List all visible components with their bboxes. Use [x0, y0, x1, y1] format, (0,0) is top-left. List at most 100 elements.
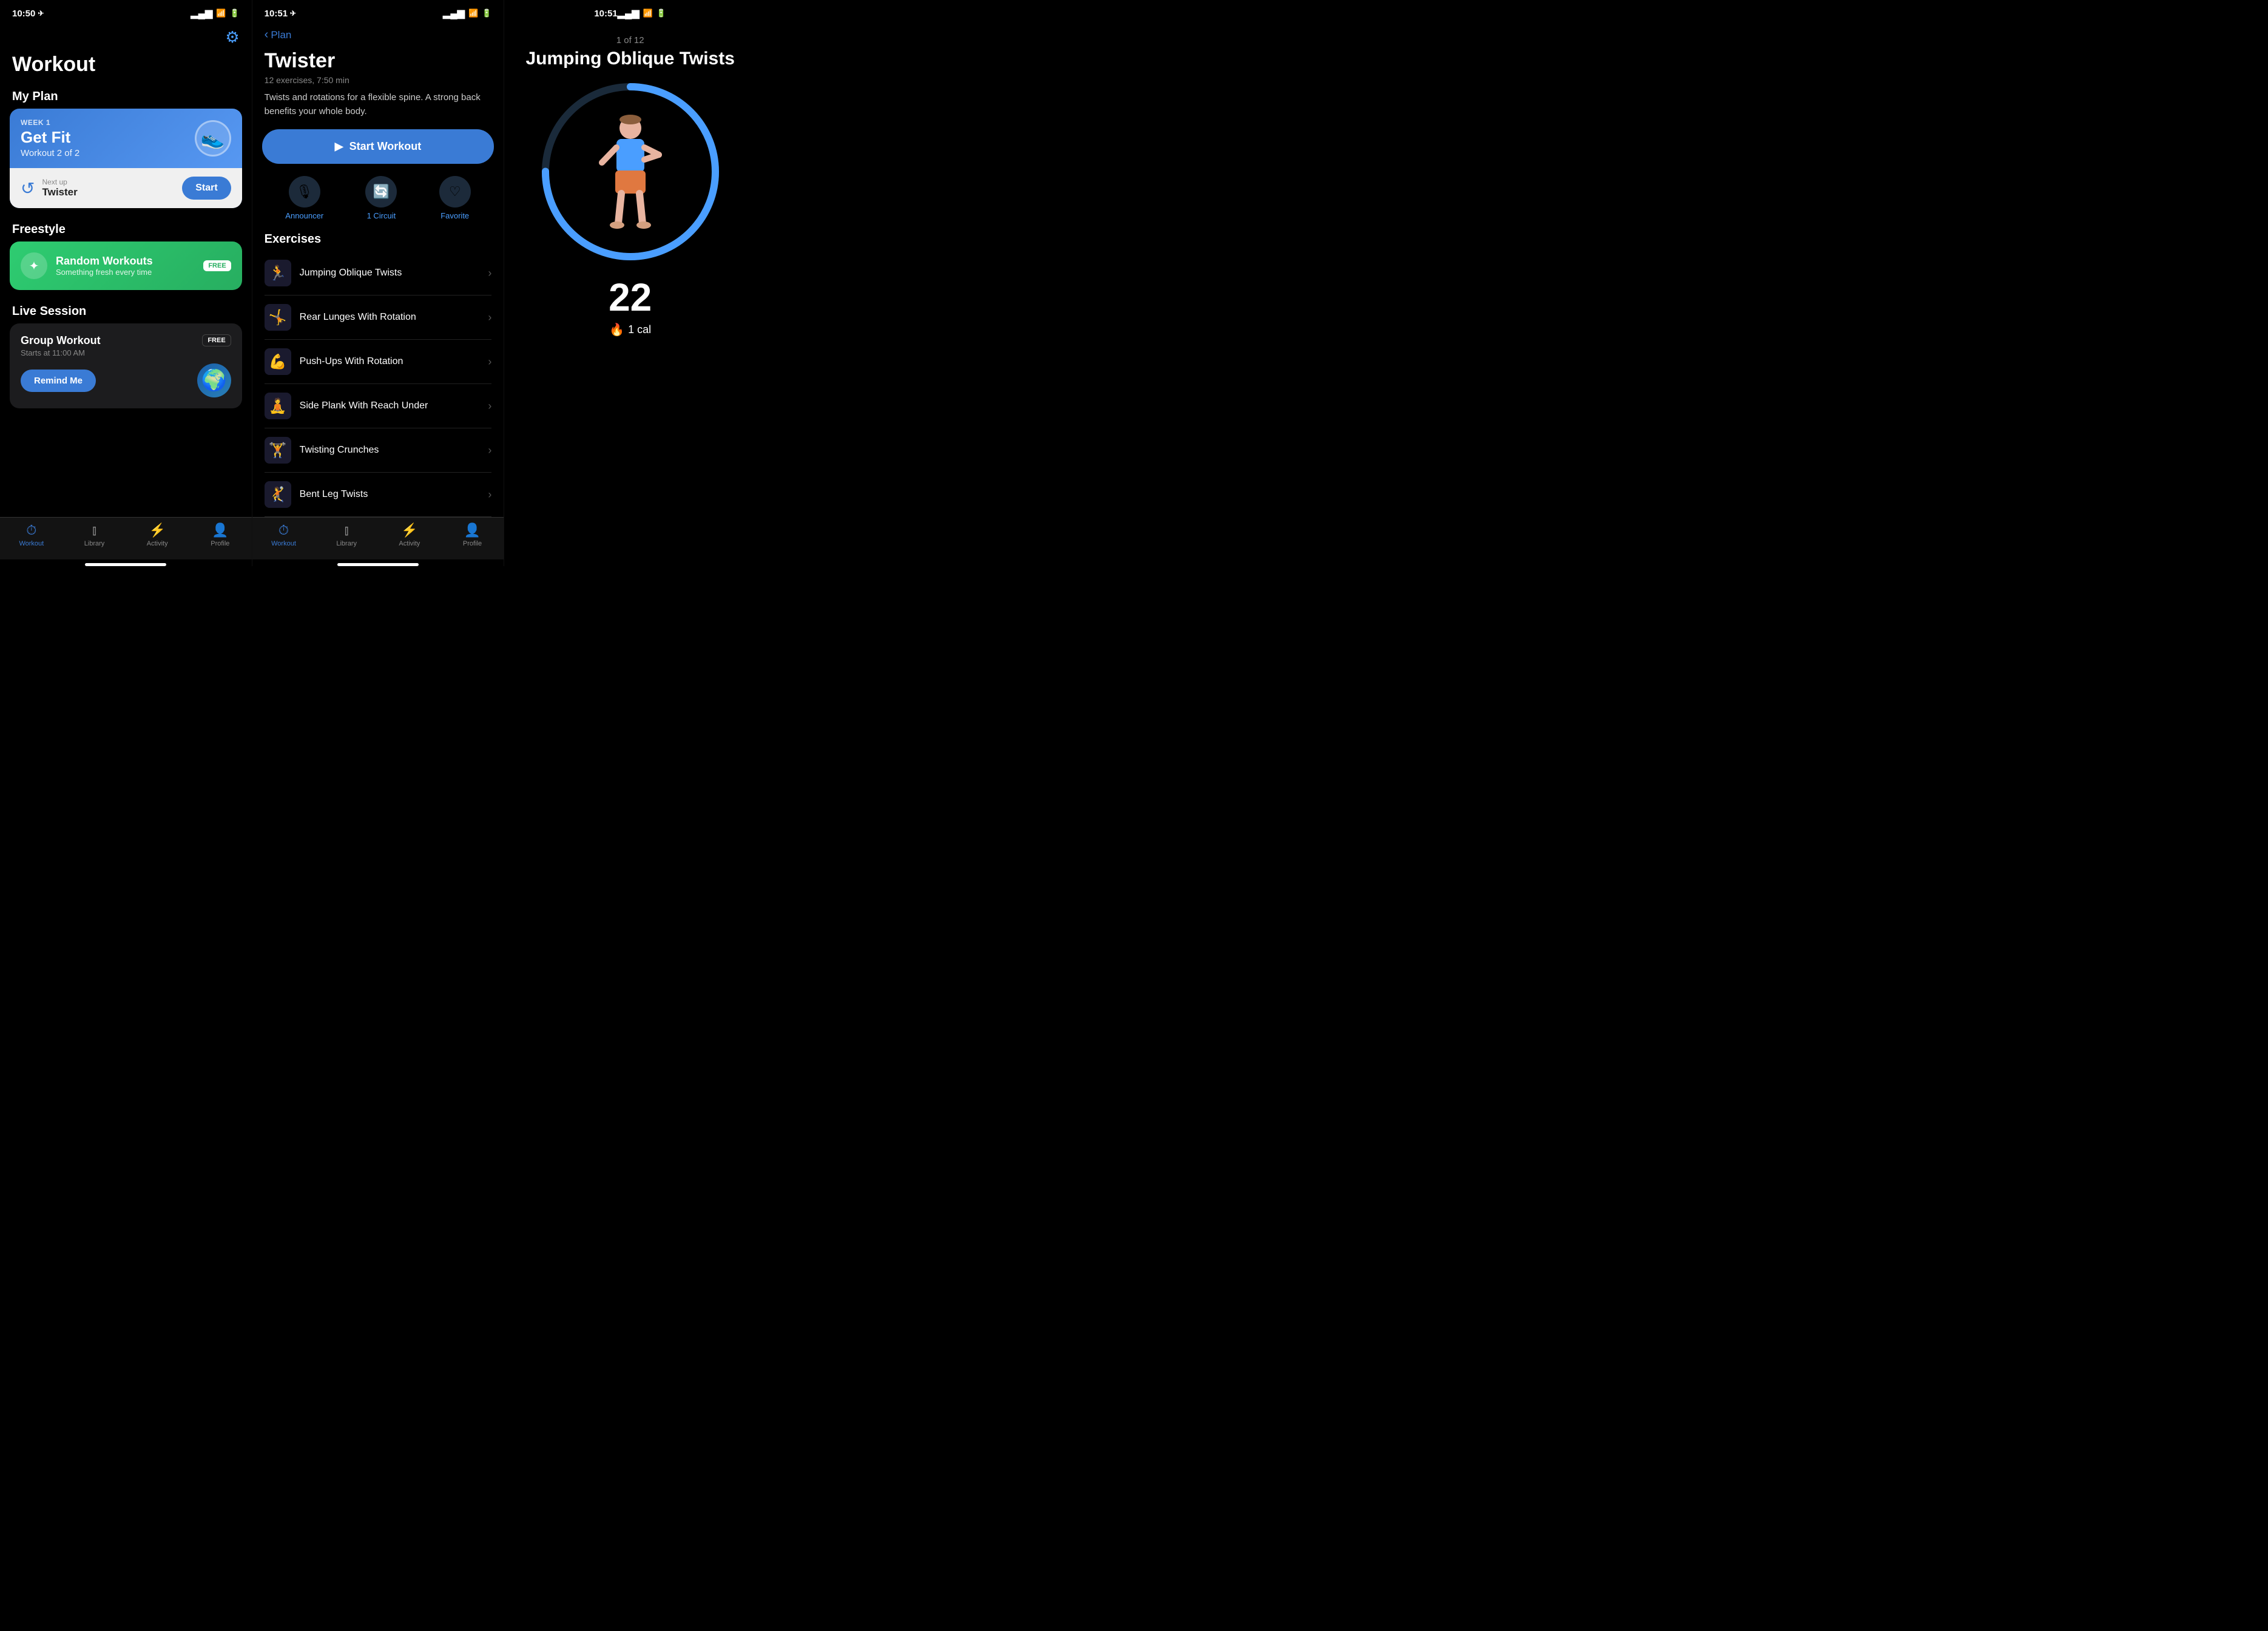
exercise-name-3: Push-Ups With Rotation: [300, 356, 480, 367]
exercises-title: Exercises: [265, 232, 492, 246]
signal-icon-2: ▂▄▆: [443, 7, 465, 19]
freestyle-card[interactable]: ✦ Random Workouts Something fresh every …: [10, 241, 242, 290]
tab-library-label-1: Library: [84, 540, 105, 547]
location-icon-1: ✈: [38, 9, 44, 18]
plan-name: Get Fit: [21, 128, 79, 147]
chevron-icon-4: ›: [488, 400, 491, 413]
status-bar-2: 10:51 ✈ ▂▄▆ 📶 🔋: [252, 0, 504, 23]
signal-icon-3: ▂▄▆: [618, 7, 640, 19]
exercise-name-large: Jumping Oblique Twists: [516, 48, 744, 70]
status-bar-3: 10:51 ▂▄▆ 📶 🔋: [582, 0, 678, 23]
tab-activity-1[interactable]: ⚡ Activity: [126, 522, 189, 547]
tab-library-2[interactable]: ⫾ Library: [315, 522, 378, 547]
freestyle-text: Random Workouts Something fresh every ti…: [56, 255, 153, 277]
tab-activity-icon-1: ⚡: [149, 522, 165, 538]
tab-library-1[interactable]: ⫾ Library: [63, 522, 126, 547]
tab-workout-1[interactable]: ⏱ Workout: [0, 522, 63, 547]
plan-card-top: WEEK 1 Get Fit Workout 2 of 2 👟: [10, 109, 242, 168]
battery-icon-3: 🔋: [656, 8, 666, 18]
exercise-item-4[interactable]: 🧘 Side Plank With Reach Under ›: [265, 384, 492, 428]
shoe-icon: 👟: [195, 120, 231, 157]
battery-icon-1: 🔋: [229, 8, 239, 18]
exercise-item-1[interactable]: 🏃 Jumping Oblique Twists ›: [265, 251, 492, 295]
tab-workout-label-1: Workout: [19, 540, 44, 547]
plan-card-bottom: ↺ Next up Twister Start: [10, 168, 242, 208]
exercise-name-6: Bent Leg Twists: [300, 489, 480, 500]
wifi-icon-3: 📶: [643, 8, 653, 18]
remind-button[interactable]: Remind Me: [21, 370, 96, 392]
announcer-label: Announcer: [285, 211, 323, 220]
live-card-top: Group Workout Starts at 11:00 AM FREE: [21, 334, 231, 357]
live-time: Starts at 11:00 AM: [21, 348, 101, 357]
tab-profile-1[interactable]: 👤 Profile: [189, 522, 252, 547]
panel-exercise: 10:51 ▂▄▆ 📶 🔋 1 of 12 Jumping Oblique Tw…: [504, 0, 756, 566]
tab-profile-2[interactable]: 👤 Profile: [441, 522, 504, 547]
exercise-thumb-4: 🧘: [265, 393, 291, 419]
chevron-icon-1: ›: [488, 267, 491, 280]
tab-profile-icon-1: 👤: [212, 522, 228, 538]
wifi-icon-1: 📶: [216, 8, 226, 18]
workout-description: Twists and rotations for a flexible spin…: [252, 91, 504, 129]
next-up-name: Twister: [42, 186, 77, 198]
tab-bar-1: ⏱ Workout ⫾ Library ⚡ Activity 👤 Profile: [0, 517, 252, 559]
exercise-thumb-6: 🤾: [265, 481, 291, 508]
tab-workout-2[interactable]: ⏱ Workout: [252, 522, 316, 547]
tab-library-icon-1: ⫾: [92, 522, 96, 538]
status-icons-3: ▂▄▆ 📶 🔋: [618, 7, 666, 19]
workout-options: 🎙 Announcer 🔄 1 Circuit ♡ Favorite: [252, 176, 504, 232]
settings-icon[interactable]: ⚙: [225, 28, 239, 47]
next-up-info: ↺ Next up Twister: [21, 178, 78, 198]
start-button[interactable]: Start: [182, 177, 231, 200]
calorie-row: 🔥 1 cal: [609, 322, 651, 337]
tab-workout-label-2: Workout: [271, 540, 296, 547]
free-badge-live: FREE: [202, 334, 231, 346]
my-plan-label: My Plan: [0, 83, 252, 109]
start-workout-button[interactable]: ▶ Start Workout: [262, 129, 494, 164]
exercise-item-5[interactable]: 🏋 Twisting Crunches ›: [265, 428, 492, 473]
battery-icon-2: 🔋: [482, 8, 491, 18]
back-label: Plan: [271, 29, 291, 41]
circle-inner: [585, 111, 676, 232]
circuit-option[interactable]: 🔄 1 Circuit: [365, 176, 397, 220]
tab-profile-label-2: Profile: [463, 540, 482, 547]
globe-icon: 🌍: [197, 363, 231, 397]
favorite-label: Favorite: [440, 211, 469, 220]
live-title: Group Workout: [21, 334, 101, 347]
status-icons-1: ▂▄▆ 📶 🔋: [191, 7, 239, 19]
tab-activity-2[interactable]: ⚡ Activity: [378, 522, 441, 547]
home-indicator-1: [85, 563, 166, 566]
workout-detail-title: Twister: [252, 47, 504, 75]
exercise-name-2: Rear Lunges With Rotation: [300, 312, 480, 323]
chevron-icon-5: ›: [488, 444, 491, 457]
exercise-item-6[interactable]: 🤾 Bent Leg Twists ›: [265, 473, 492, 517]
week-label: WEEK 1: [21, 118, 79, 127]
exercise-item-3[interactable]: 💪 Push-Ups With Rotation ›: [265, 340, 492, 384]
fire-icon: 🔥: [609, 322, 624, 337]
location-icon-2: ✈: [290, 9, 296, 18]
exercise-thumb-5: 🏋: [265, 437, 291, 464]
workout-progress: Workout 2 of 2: [21, 148, 79, 158]
status-icons-2: ▂▄▆ 📶 🔋: [443, 7, 491, 19]
freestyle-name: Random Workouts: [56, 255, 153, 268]
live-session-label: Live Session: [0, 297, 252, 323]
status-time-3: 10:51: [594, 8, 617, 19]
tab-library-icon-2: ⫾: [345, 522, 349, 538]
status-time-2: 10:51 ✈: [265, 8, 296, 19]
live-card[interactable]: Group Workout Starts at 11:00 AM FREE Re…: [10, 323, 242, 408]
tab-workout-icon-2: ⏱: [278, 522, 289, 538]
dots-icon: ✦: [21, 252, 47, 279]
panel-workout: 10:50 ✈ ▂▄▆ 📶 🔋 ⚙ Workout My Plan WEEK 1…: [0, 0, 252, 566]
time-display-2: 10:51: [265, 8, 288, 19]
exercise-item-2[interactable]: 🤸 Rear Lunges With Rotation ›: [265, 295, 492, 340]
status-bar-1: 10:50 ✈ ▂▄▆ 📶 🔋: [0, 0, 252, 23]
favorite-option[interactable]: ♡ Favorite: [439, 176, 471, 220]
plan-info: WEEK 1 Get Fit Workout 2 of 2: [21, 118, 79, 158]
workout-header: ⚙: [0, 23, 252, 47]
plan-card[interactable]: WEEK 1 Get Fit Workout 2 of 2 👟 ↺ Next u…: [10, 109, 242, 208]
back-button[interactable]: ‹ Plan: [252, 23, 504, 47]
chevron-icon-6: ›: [488, 488, 491, 501]
chevron-icon-3: ›: [488, 356, 491, 368]
freestyle-info: ✦ Random Workouts Something fresh every …: [21, 252, 153, 279]
announcer-option[interactable]: 🎙 Announcer: [285, 176, 323, 220]
workout-meta: 12 exercises, 7:50 min: [252, 75, 504, 91]
